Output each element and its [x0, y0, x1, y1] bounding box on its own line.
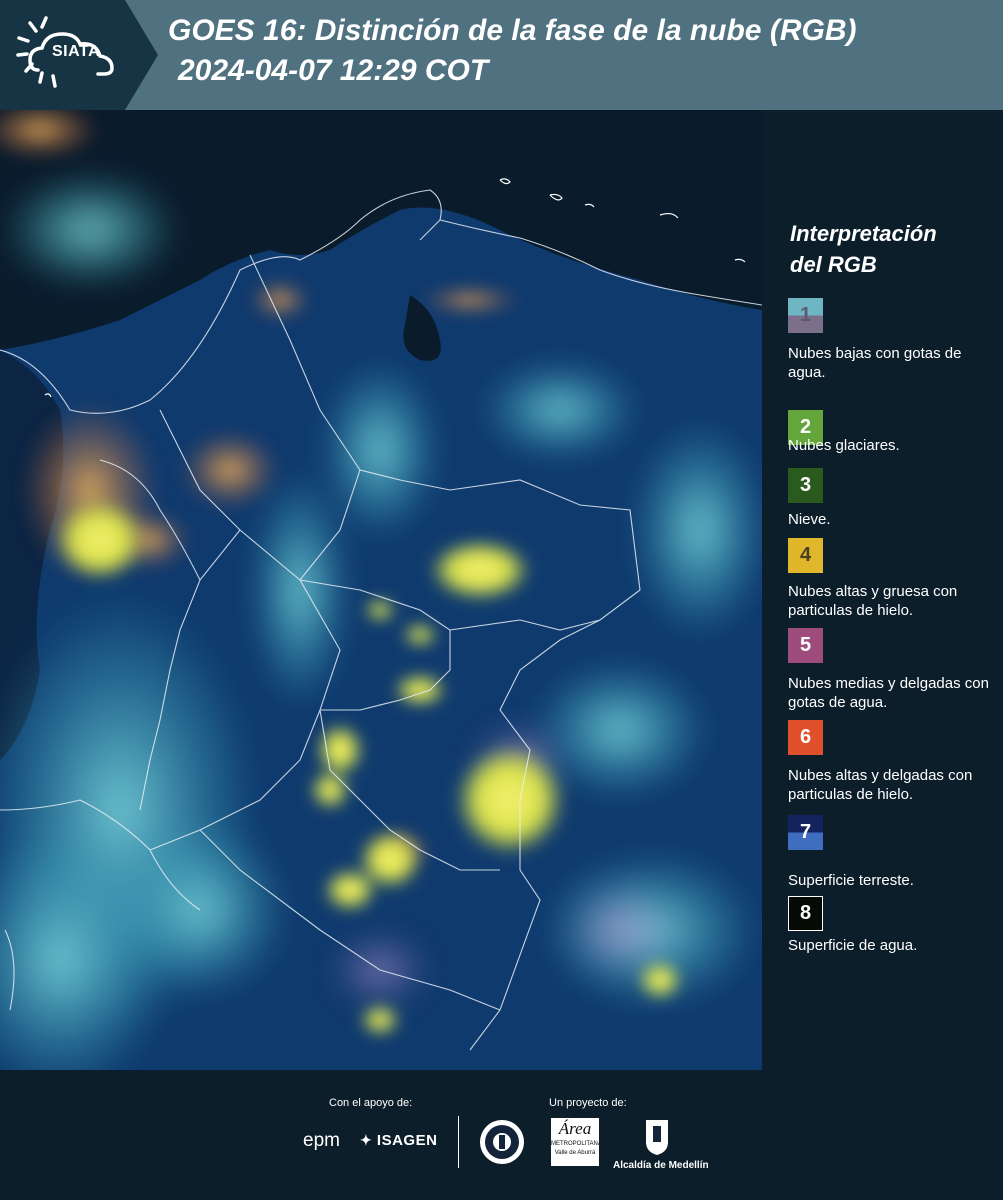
legend-panel: Interpretación del RGB 1 Nubes bajas con …: [762, 110, 1003, 1070]
legend-item-label-5: Nubes medias y delgadas con gotas de agu…: [788, 675, 989, 711]
project-label: Un proyecto de:: [549, 1097, 627, 1109]
legend-item-label-6: Nubes altas y delgadas con particulas de…: [788, 767, 973, 803]
amva-logo: Área METROPOLITANA Valle de Aburrá: [551, 1118, 602, 1166]
legend-swatch-5: 5: [788, 628, 823, 663]
siata-logo-text: SIATA: [52, 43, 101, 60]
legend-title: Interpretación del RGB: [790, 218, 990, 280]
legend-item-label-3: Nieve.: [788, 511, 831, 528]
footer-divider: [458, 1116, 459, 1168]
satellite-image: [0, 110, 762, 1070]
legend-swatch-number: 6: [799, 726, 812, 748]
page-title: GOES 16: Distinción de la fase de la nub…: [168, 14, 857, 47]
legend-swatch-number: 5: [799, 634, 812, 656]
legend-swatch-number: 3: [799, 474, 812, 496]
support-label: Con el apoyo de:: [329, 1097, 413, 1109]
legend-swatch-number: 8: [799, 902, 812, 924]
epm-logo: epm: [303, 1130, 340, 1152]
isagen-icon: ✦: [360, 1132, 373, 1148]
header: SIATA GOES 16: Distinción de la fase de …: [0, 0, 1003, 110]
page-timestamp: 2024-04-07 12:29 COT: [178, 54, 489, 87]
legend-swatch-number: 7: [799, 821, 812, 843]
alcaldia-logo-text: Alcaldía de Medellín: [613, 1160, 709, 1171]
seal-logo: [480, 1120, 524, 1164]
legend-swatch-3: 3: [788, 468, 823, 503]
legend-title-line1: Interpretación: [790, 221, 937, 246]
legend-item-label-7: Superficie terreste.: [788, 872, 914, 889]
footer: Con el apoyo de: Un proyecto de: epm ✦ I…: [0, 1070, 1003, 1200]
legend-swatch-7: 7: [788, 815, 823, 850]
legend-item-label-8: Superficie de agua.: [788, 937, 918, 954]
legend-swatch-8: 8: [788, 896, 823, 931]
epm-logo-text: epm: [303, 1130, 340, 1151]
amva-logo-sub2: Valle de Aburrá: [554, 1150, 596, 1156]
legend-item-label-4: Nubes altas y gruesa con particulas de h…: [788, 583, 958, 619]
alcaldia-shield-icon: [646, 1120, 668, 1155]
amva-logo-sub1: METROPOLITANA: [551, 1141, 602, 1147]
isagen-logo-text: ISAGEN: [376, 1132, 438, 1149]
isagen-logo: ✦ ISAGEN: [360, 1132, 437, 1149]
satellite-map: [0, 110, 762, 1070]
legend-item-label-1: Nubes bajas con gotas de agua.: [788, 345, 962, 381]
legend-swatch-number: 1: [799, 304, 812, 326]
amva-logo-title: Área: [558, 1119, 592, 1138]
legend-swatch-4: 4: [788, 538, 823, 573]
legend-swatch-1: 1: [788, 298, 823, 333]
legend-title-line2: del RGB: [790, 252, 877, 277]
legend-swatch-6: 6: [788, 720, 823, 755]
legend-swatch-number: 4: [799, 544, 812, 566]
legend-item-label-2: Nubes glaciares.: [788, 437, 900, 454]
